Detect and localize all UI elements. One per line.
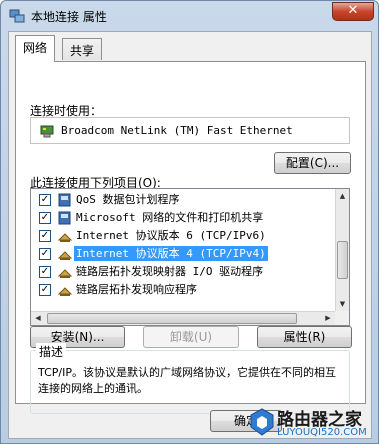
scroll-down-icon[interactable]: ▼ <box>336 297 349 311</box>
protocol-icon <box>57 269 73 278</box>
configure-button[interactable]: 配置(C)... <box>274 152 351 174</box>
watermark-url: LUYOUQI520.COM <box>277 427 367 438</box>
properties-button[interactable]: 属性(R) <box>257 326 352 348</box>
router-logo-icon <box>250 408 274 436</box>
title-bar[interactable]: 本地连接 属性 ✕ <box>1 1 378 31</box>
item-checkbox[interactable]: ✓ <box>39 266 51 278</box>
protocol-icon <box>57 233 73 242</box>
qos-icon <box>58 193 71 207</box>
item-label: Microsoft 网络的文件和打印机共享 <box>76 211 264 224</box>
scroll-corner <box>335 311 349 325</box>
list-item-lltd-mapper[interactable]: ✓ 链路层拓扑发现映射器 I/O 驱动程序 <box>31 263 337 281</box>
tab-network-label: 网络 <box>23 41 48 55</box>
item-label: Internet 协议版本 6 (TCP/IPv6) <box>76 229 266 242</box>
description-text: TCP/IP。该协议是默认的广域网络协议，它提供在不同的相互连接的网络上的通讯。 <box>38 366 336 395</box>
item-checkbox[interactable]: ✓ <box>39 230 51 242</box>
item-label: 链路层拓扑发现响应程序 <box>76 283 197 296</box>
item-checkbox[interactable]: ✓ <box>39 248 51 260</box>
scroll-right-icon[interactable]: ▶ <box>321 312 335 325</box>
item-label: QoS 数据包计划程序 <box>76 193 180 206</box>
list-item-ipv4[interactable]: ✓ Internet 协议版本 4 (TCP/IPv4) <box>31 245 337 263</box>
network-share-icon <box>58 211 71 225</box>
network-adapter-icon <box>40 125 54 138</box>
horizontal-scroll-thumb[interactable] <box>47 313 297 324</box>
vertical-scrollbar[interactable]: ▲ ▼ <box>335 189 349 325</box>
list-item-lltd-responder[interactable]: ✓ 链路层拓扑发现响应程序 <box>31 281 337 299</box>
protocol-icon <box>57 251 73 260</box>
site-watermark: 路由器之家 LUYOUQI520.COM <box>249 405 375 443</box>
uninstall-button[interactable]: 卸载(U) <box>143 326 239 348</box>
window-title: 本地连接 属性 <box>31 10 107 24</box>
description-legend: 描述 <box>36 343 67 360</box>
components-list[interactable]: ✓ QoS 数据包计划程序 ✓ Microsoft 网络的文件和打印机共享 ✓ … <box>30 188 350 326</box>
list-item-qos[interactable]: ✓ QoS 数据包计划程序 <box>31 191 337 209</box>
scroll-up-icon[interactable]: ▲ <box>336 189 349 203</box>
tab-sharing[interactable]: 共享 <box>62 38 103 60</box>
properties-window: 本地连接 属性 ✕ 网络 共享 连接时使用： Broadcom NetLink … <box>0 0 379 444</box>
item-checkbox[interactable]: ✓ <box>39 284 51 296</box>
list-item-ipv6[interactable]: ✓ Internet 协议版本 6 (TCP/IPv6) <box>31 227 337 245</box>
vertical-scroll-thumb[interactable] <box>337 241 348 279</box>
list-item-file-printer-sharing[interactable]: ✓ Microsoft 网络的文件和打印机共享 <box>31 209 337 227</box>
adapter-field: Broadcom NetLink (TM) Fast Ethernet <box>30 117 350 144</box>
item-label: 链路层拓扑发现映射器 I/O 驱动程序 <box>76 265 264 278</box>
horizontal-scrollbar[interactable]: ◀ ▶ <box>31 311 335 325</box>
tab-sharing-label: 共享 <box>70 44 95 58</box>
tab-network[interactable]: 网络 <box>15 35 56 62</box>
item-checkbox[interactable]: ✓ <box>39 194 51 206</box>
scroll-left-icon[interactable]: ◀ <box>31 312 45 325</box>
dialog-client: 网络 共享 连接时使用： Broadcom NetLink (TM) Fast … <box>8 31 372 439</box>
adapter-name: Broadcom NetLink (TM) Fast Ethernet <box>61 124 293 137</box>
close-button[interactable]: ✕ <box>332 2 374 21</box>
network-connection-icon <box>9 9 25 23</box>
network-tab-panel: 连接时使用： Broadcom NetLink (TM) Fast Ethern… <box>15 61 366 414</box>
protocol-icon <box>57 287 73 296</box>
item-checkbox[interactable]: ✓ <box>39 212 51 224</box>
item-label: Internet 协议版本 4 (TCP/IPv4) <box>74 246 268 261</box>
